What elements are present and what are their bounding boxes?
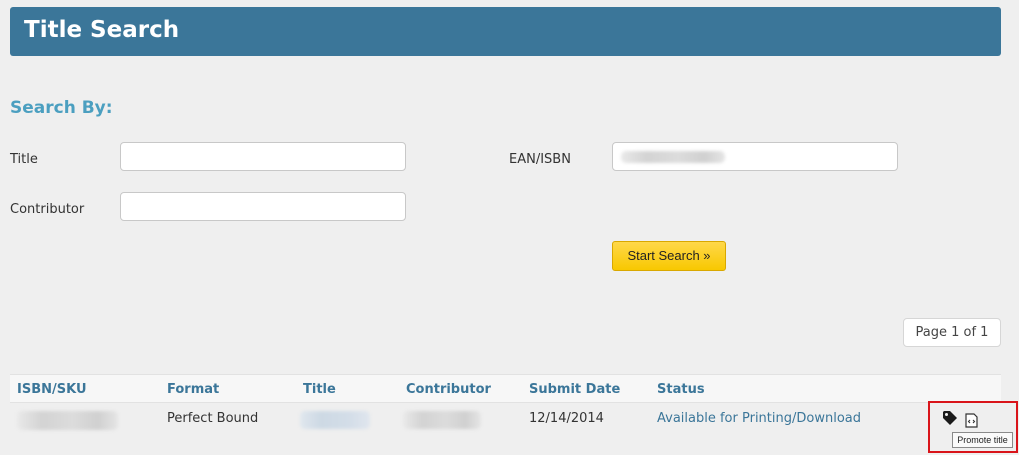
title-redacted-link[interactable] bbox=[300, 411, 370, 429]
column-header-title[interactable]: Title bbox=[303, 382, 336, 397]
page-header: Title Search bbox=[10, 7, 1001, 56]
ean-isbn-input[interactable] bbox=[612, 142, 898, 171]
search-by-heading: Search By: bbox=[10, 98, 113, 118]
file-code-icon[interactable] bbox=[964, 413, 979, 428]
start-search-button[interactable]: Start Search » bbox=[612, 241, 726, 271]
column-header-isbn-sku[interactable]: ISBN/SKU bbox=[17, 382, 87, 397]
column-header-contributor[interactable]: Contributor bbox=[406, 382, 491, 397]
column-header-status[interactable]: Status bbox=[657, 382, 705, 397]
pagination-indicator: Page 1 of 1 bbox=[903, 318, 1001, 347]
submit-date-cell: 12/14/2014 bbox=[529, 411, 604, 426]
contributor-input[interactable] bbox=[120, 192, 406, 221]
contributor-label: Contributor bbox=[10, 202, 85, 217]
promote-title-tooltip: Promote title bbox=[952, 432, 1013, 448]
tag-icon[interactable] bbox=[942, 410, 958, 426]
status-link[interactable]: Available for Printing/Download bbox=[657, 411, 861, 426]
column-header-submit-date[interactable]: Submit Date bbox=[529, 382, 620, 397]
isbn-sku-redacted-cell bbox=[17, 411, 118, 430]
ean-isbn-label: EAN/ISBN bbox=[509, 152, 571, 167]
column-header-format[interactable]: Format bbox=[167, 382, 219, 397]
title-label: Title bbox=[10, 152, 38, 167]
ean-isbn-redacted-value bbox=[621, 151, 725, 163]
title-input[interactable] bbox=[120, 142, 406, 171]
contributor-redacted-cell bbox=[403, 411, 481, 429]
format-cell: Perfect Bound bbox=[167, 411, 259, 426]
results-table-header: ISBN/SKU Format Title Contributor Submit… bbox=[10, 374, 1001, 403]
page-title: Title Search bbox=[24, 17, 180, 43]
